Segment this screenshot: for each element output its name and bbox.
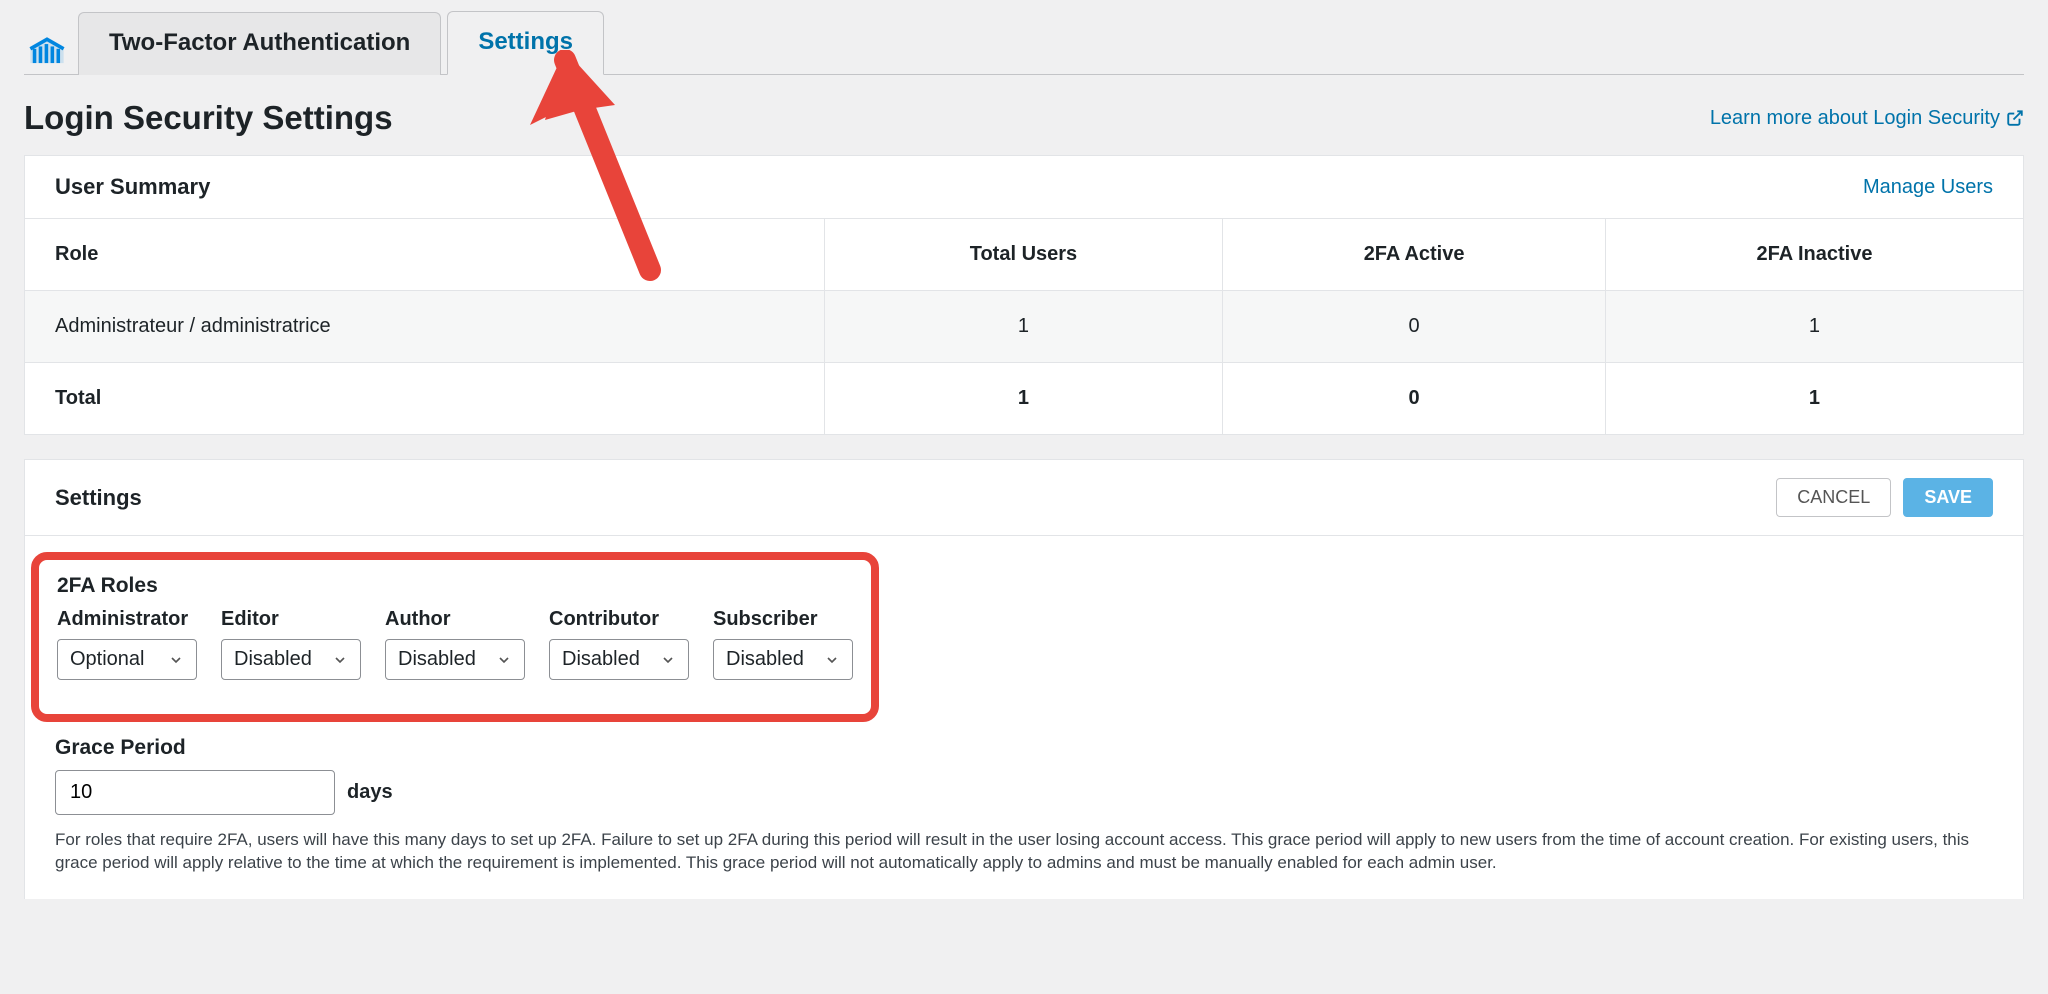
chevron-down-icon [332, 652, 348, 668]
role-editor-select[interactable]: Disabled [221, 639, 361, 680]
role-subscriber: Subscriber Disabled [713, 608, 853, 680]
chevron-down-icon [496, 652, 512, 668]
settings-title: Settings [55, 485, 142, 511]
select-value: Disabled [562, 648, 640, 671]
role-label: Administrator [57, 608, 197, 631]
role-author-select[interactable]: Disabled [385, 639, 525, 680]
select-value: Disabled [726, 648, 804, 671]
role-administrator: Administrator Optional [57, 608, 197, 680]
grace-period-input[interactable] [55, 770, 335, 815]
user-summary-title: User Summary [55, 174, 210, 200]
role-contributor-select[interactable]: Disabled [549, 639, 689, 680]
page-title: Login Security Settings [24, 99, 393, 137]
col-2fa-active: 2FA Active [1223, 219, 1606, 291]
chevron-down-icon [168, 652, 184, 668]
tab-label: Two-Factor Authentication [109, 29, 410, 56]
col-2fa-inactive: 2FA Inactive [1605, 219, 2023, 291]
role-label: Author [385, 608, 525, 631]
role-author: Author Disabled [385, 608, 525, 680]
user-summary-panel: User Summary Manage Users Role Total Use… [24, 155, 2024, 435]
role-subscriber-select[interactable]: Disabled [713, 639, 853, 680]
role-editor: Editor Disabled [221, 608, 361, 680]
learn-more-link[interactable]: Learn more about Login Security [1710, 107, 2024, 130]
chevron-down-icon [660, 652, 676, 668]
cell-inactive: 1 [1605, 291, 2023, 363]
role-label: Subscriber [713, 608, 853, 631]
manage-users-link[interactable]: Manage Users [1863, 176, 1993, 199]
user-summary-table: Role Total Users 2FA Active 2FA Inactive… [25, 219, 2023, 434]
grace-period-title: Grace Period [55, 736, 1993, 760]
cell-total-label: Total [25, 363, 824, 435]
select-value: Disabled [234, 648, 312, 671]
roles-section-title: 2FA Roles [57, 574, 853, 598]
tab-label: Settings [478, 28, 573, 55]
roles-row: Administrator Optional Editor Disabled [57, 608, 853, 680]
role-label: Contributor [549, 608, 689, 631]
annotation-highlight-box: 2FA Roles Administrator Optional Editor … [31, 552, 879, 722]
tab-bar: Two-Factor Authentication Settings [24, 10, 2024, 75]
select-value: Disabled [398, 648, 476, 671]
wordfence-logo-icon [24, 30, 70, 70]
grace-period-help-text: For roles that require 2FA, users will h… [55, 829, 1993, 875]
col-role: Role [25, 219, 824, 291]
cell-role: Administrateur / administratrice [25, 291, 824, 363]
role-contributor: Contributor Disabled [549, 608, 689, 680]
col-total-users: Total Users [824, 219, 1223, 291]
cell-inactive-sum: 1 [1605, 363, 2023, 435]
cancel-button[interactable]: CANCEL [1776, 478, 1891, 517]
grace-period-unit: days [347, 781, 393, 804]
tab-two-factor-authentication[interactable]: Two-Factor Authentication [78, 12, 441, 75]
chevron-down-icon [824, 652, 840, 668]
save-button[interactable]: SAVE [1903, 478, 1993, 517]
settings-panel: Settings CANCEL SAVE 2FA Roles Administr… [24, 459, 2024, 899]
tab-settings[interactable]: Settings [447, 11, 604, 75]
table-row-total: Total 1 0 1 [25, 363, 2023, 435]
external-link-icon [2006, 109, 2024, 127]
cell-active-sum: 0 [1223, 363, 1606, 435]
learn-more-label: Learn more about Login Security [1710, 107, 2000, 130]
cell-active: 0 [1223, 291, 1606, 363]
role-administrator-select[interactable]: Optional [57, 639, 197, 680]
title-row: Login Security Settings Learn more about… [24, 75, 2024, 155]
cell-total: 1 [824, 291, 1223, 363]
table-row: Administrateur / administratrice 1 0 1 [25, 291, 2023, 363]
select-value: Optional [70, 648, 145, 671]
cell-total-sum: 1 [824, 363, 1223, 435]
role-label: Editor [221, 608, 361, 631]
